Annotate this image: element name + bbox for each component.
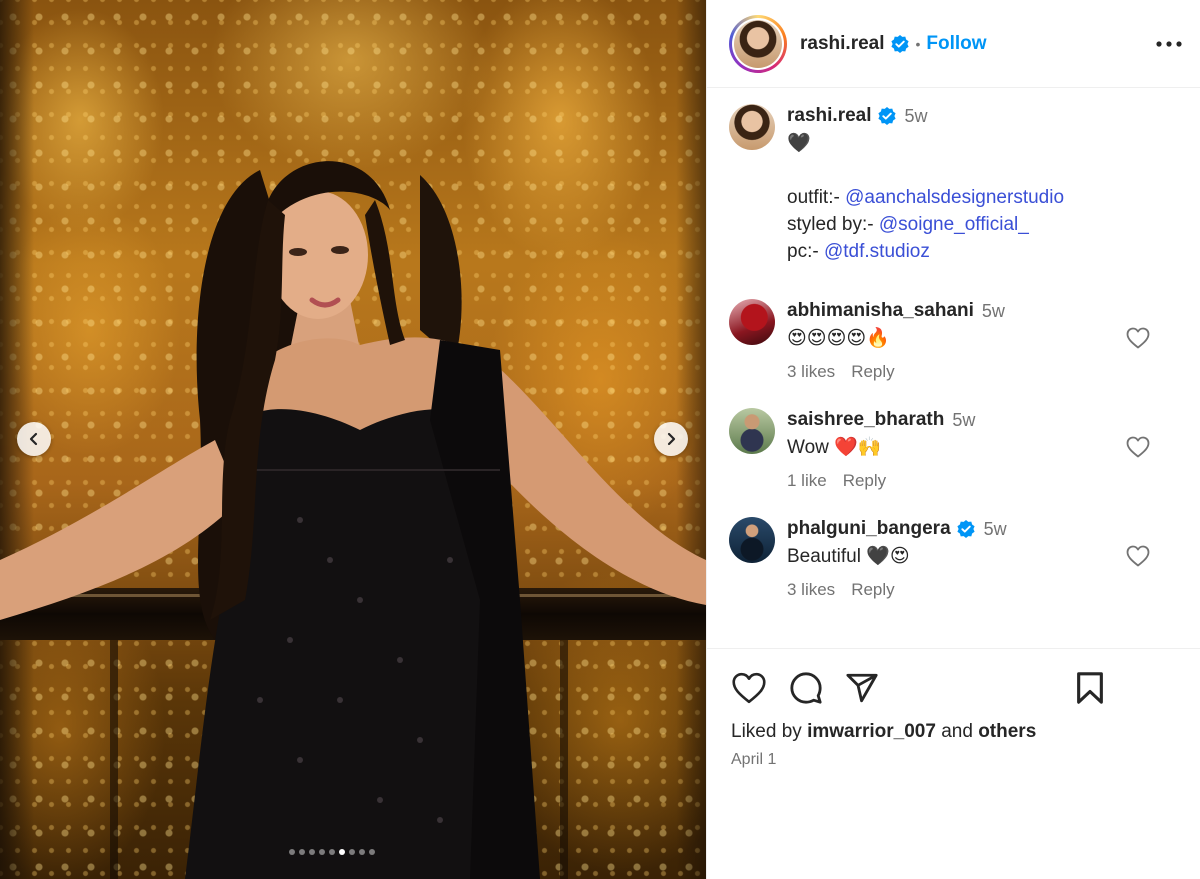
previous-slide-button[interactable] <box>17 422 51 456</box>
carousel-dot <box>319 849 325 855</box>
caption-emoji: 🖤 <box>787 133 811 154</box>
comment-time: 5w <box>952 409 976 430</box>
carousel-dot <box>339 849 345 855</box>
comment-button[interactable] <box>789 671 823 705</box>
comment-text: Wow ❤️🙌 <box>787 437 882 458</box>
caption-outfit-label: outfit:- <box>787 187 840 208</box>
carousel-dot <box>299 849 305 855</box>
like-post-button[interactable] <box>731 672 767 704</box>
comment-username[interactable]: abhimanisha_sahani <box>787 300 974 322</box>
verified-badge-icon <box>890 34 909 53</box>
carousel-dot <box>329 849 335 855</box>
liked-by-others[interactable]: others <box>978 721 1036 742</box>
verified-badge-icon <box>957 520 975 538</box>
caption-pc-label: pc:- <box>787 241 819 262</box>
comment-icon <box>790 672 822 704</box>
comment-avatar[interactable] <box>729 299 775 345</box>
bookmark-icon <box>1077 672 1103 704</box>
header-separator: • <box>915 35 921 52</box>
save-button[interactable] <box>1075 671 1105 705</box>
reply-button[interactable]: Reply <box>851 362 894 382</box>
carousel-indicator <box>289 849 375 855</box>
comment-username[interactable]: phalguni_bangera <box>787 518 951 540</box>
post-side-panel: rashi.real • Follow rashi.real 5w 🖤 outf… <box>706 0 1200 879</box>
mention-photographer[interactable]: @tdf.studioz <box>824 241 930 262</box>
caption-avatar[interactable] <box>729 104 775 150</box>
mention-stylist[interactable]: @soigne_official_ <box>879 214 1029 235</box>
post-header: rashi.real • Follow <box>707 0 1200 88</box>
author-username[interactable]: rashi.real <box>800 33 885 55</box>
heart-icon <box>1126 327 1150 349</box>
comment: phalguni_bangera 5w Beautiful 🖤😍 3 likes… <box>729 517 1178 600</box>
like-comment-button[interactable] <box>1126 436 1150 463</box>
comment-avatar[interactable] <box>729 517 775 563</box>
caption-username[interactable]: rashi.real <box>787 105 872 127</box>
chevron-left-icon <box>29 432 38 446</box>
caption: rashi.real 5w 🖤 outfit:- @aanchalsdesign… <box>729 104 1178 265</box>
mention-outfit[interactable]: @aanchalsdesignerstudio <box>845 187 1064 208</box>
more-icon <box>1156 41 1182 47</box>
comments-thread[interactable]: rashi.real 5w 🖤 outfit:- @aanchalsdesign… <box>707 88 1200 648</box>
heart-icon <box>732 672 766 704</box>
carousel-dot <box>309 849 315 855</box>
comment: saishree_bharath 5w Wow ❤️🙌 1 like Reply <box>729 408 1178 491</box>
carousel-dot <box>369 849 375 855</box>
follow-button[interactable]: Follow <box>926 33 986 55</box>
reply-button[interactable]: Reply <box>843 471 886 491</box>
liked-by-line: Liked by imwarrior_007 and others <box>731 721 1179 743</box>
chevron-right-icon <box>667 432 676 446</box>
comment-likes[interactable]: 3 likes <box>787 580 835 600</box>
photo-subject <box>0 161 706 879</box>
next-slide-button[interactable] <box>654 422 688 456</box>
caption-time: 5w <box>904 105 928 126</box>
comment-username[interactable]: saishree_bharath <box>787 409 944 431</box>
liked-by-user[interactable]: imwarrior_007 <box>807 721 936 742</box>
carousel-dot <box>289 849 295 855</box>
heart-icon <box>1126 436 1150 458</box>
post-actions: Liked by imwarrior_007 and others April … <box>707 648 1200 769</box>
author-avatar <box>734 19 782 68</box>
comment-text: 😍😍😍😍🔥 <box>787 328 890 349</box>
post-media <box>0 0 706 879</box>
post-date[interactable]: April 1 <box>731 751 1179 769</box>
like-comment-button[interactable] <box>1126 327 1150 354</box>
caption-styled-label: styled by:- <box>787 214 874 235</box>
verified-badge-icon <box>877 107 896 125</box>
liked-by-prefix: Liked by <box>731 721 802 742</box>
liked-by-and: and <box>941 721 973 742</box>
comment-time: 5w <box>981 300 1005 321</box>
comment-text: Beautiful 🖤😍 <box>787 546 910 567</box>
carousel-dot <box>349 849 355 855</box>
share-icon <box>846 673 878 703</box>
like-comment-button[interactable] <box>1126 545 1150 572</box>
carousel-dot <box>359 849 365 855</box>
author-avatar-ring[interactable] <box>729 14 787 73</box>
instagram-post: rashi.real • Follow rashi.real 5w 🖤 outf… <box>0 0 1200 879</box>
reply-button[interactable]: Reply <box>851 580 894 600</box>
comment: abhimanisha_sahani 5w 😍😍😍😍🔥 3 likes Repl… <box>729 299 1178 382</box>
comment-likes[interactable]: 3 likes <box>787 362 835 382</box>
heart-icon <box>1126 545 1150 567</box>
comment-avatar[interactable] <box>729 408 775 454</box>
comment-time: 5w <box>983 518 1007 539</box>
share-button[interactable] <box>845 671 879 705</box>
more-options-button[interactable] <box>1155 30 1183 58</box>
comment-likes[interactable]: 1 like <box>787 471 827 491</box>
